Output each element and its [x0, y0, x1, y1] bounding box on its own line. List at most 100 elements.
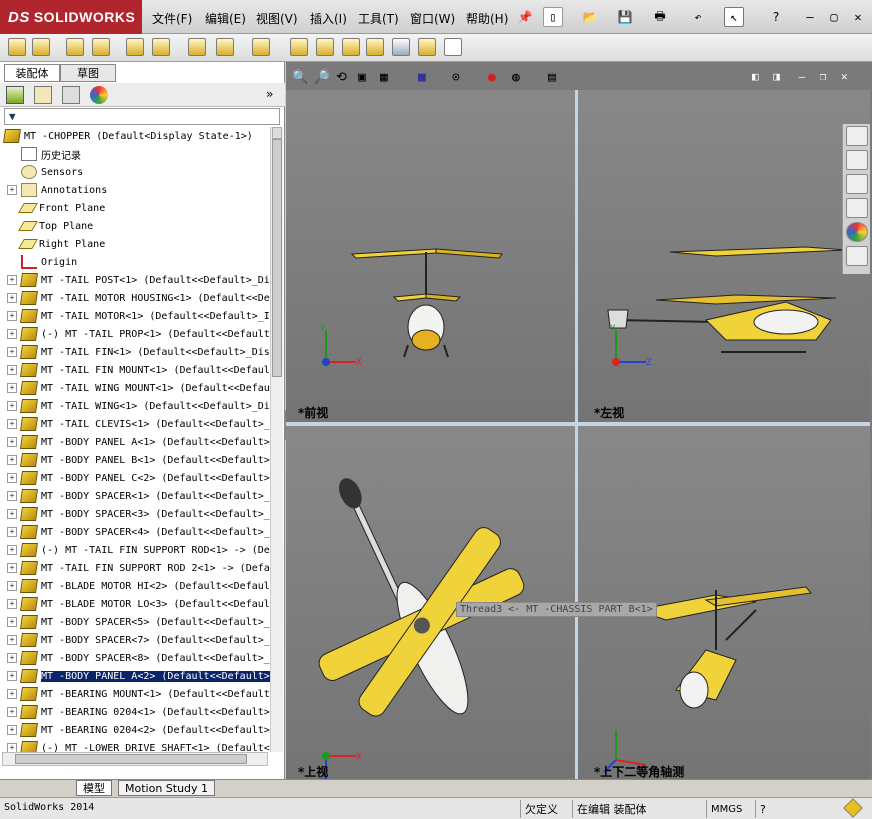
expand-toggle-icon[interactable]: +	[7, 725, 17, 735]
menu-window[interactable]: 窗口(W)	[410, 10, 455, 27]
expand-toggle-icon[interactable]: +	[7, 689, 17, 699]
hide-show-icon[interactable]	[418, 38, 436, 56]
options-icon[interactable]	[444, 38, 462, 56]
print-icon[interactable]: 🖶	[650, 7, 670, 27]
menu-insert[interactable]: 插入(I)	[310, 10, 347, 27]
settings-icon[interactable]	[290, 38, 308, 56]
custom-properties-icon[interactable]	[846, 246, 868, 266]
tree-item[interactable]: + MT -BODY PANEL A<2> (Default<<Default>	[0, 667, 275, 685]
appearances-icon[interactable]	[846, 222, 868, 242]
tree-item[interactable]: + MT -BEARING MOUNT<1> (Default<<Default>	[0, 685, 275, 703]
instant3d-icon[interactable]	[342, 38, 360, 56]
expand-toggle-icon[interactable]: +	[7, 419, 17, 429]
tree-item[interactable]: + MT -BODY SPACER<4> (Default<<Default>_	[0, 523, 275, 541]
menu-view[interactable]: 视图(V)	[256, 10, 298, 27]
open-icon[interactable]: 📂	[580, 7, 600, 27]
menu-file[interactable]: 文件(F)	[152, 10, 192, 27]
expand-toggle-icon[interactable]: +	[7, 491, 17, 501]
tree-item[interactable]: + MT -BODY PANEL B<1> (Default<<Default>	[0, 451, 275, 469]
help-icon[interactable]: ?	[766, 7, 786, 27]
hide-show-items-icon[interactable]: ⊙	[452, 70, 460, 85]
tree-item[interactable]: + MT -BODY SPACER<7> (Default<<Default>_	[0, 631, 275, 649]
edit-component-icon[interactable]	[392, 38, 410, 56]
viewport-close-icon[interactable]: ✕	[841, 70, 848, 83]
expand-toggle-icon[interactable]: +	[7, 293, 17, 303]
tree-item[interactable]: + MT -BODY PANEL A<1> (Default<<Default>	[0, 433, 275, 451]
mate-icon[interactable]	[66, 38, 84, 56]
tree-item[interactable]: + MT -TAIL POST<1> (Default<<Default>_Di	[0, 271, 275, 289]
save-icon[interactable]: 💾	[615, 7, 635, 27]
expand-toggle-icon[interactable]: +	[7, 275, 17, 285]
expand-toggle-icon[interactable]: +	[7, 455, 17, 465]
menu-tools[interactable]: 工具(T)	[358, 10, 399, 27]
select-icon[interactable]: ↖	[724, 7, 744, 27]
tree-item[interactable]: + MT -TAIL FIN<1> (Default<<Default>_Dis	[0, 343, 275, 361]
tree-item[interactable]: + MT -BODY SPACER<3> (Default<<Default>_	[0, 505, 275, 523]
previous-view-icon[interactable]: ⟲	[336, 70, 347, 85]
view-orientation-icon[interactable]: ▦	[380, 70, 388, 85]
tab-assembly[interactable]: 装配体	[4, 64, 60, 82]
viewport-restore-icon[interactable]: ❐	[820, 70, 827, 83]
tree-item[interactable]: + (-) MT -TAIL PROP<1> (Default<<Default	[0, 325, 275, 343]
view-palette-icon[interactable]	[846, 198, 868, 218]
expand-toggle-icon[interactable]: +	[7, 365, 17, 375]
assembly-icon[interactable]	[8, 38, 26, 56]
expand-toggle-icon[interactable]: +	[7, 401, 17, 411]
viewport-minimize-icon[interactable]: —	[799, 70, 806, 83]
expand-toggle-icon[interactable]: +	[7, 671, 17, 681]
expand-toggle-icon[interactable]: +	[7, 437, 17, 447]
pattern-icon[interactable]	[92, 38, 110, 56]
tile-right-icon[interactable]: ◨	[773, 70, 780, 83]
move-component-icon[interactable]	[126, 38, 144, 56]
edit-appearance-icon[interactable]: ●	[488, 70, 496, 85]
scroll-thumb[interactable]	[272, 139, 282, 377]
expand-toggle-icon[interactable]: +	[7, 347, 17, 357]
undo-icon[interactable]: ↶	[688, 7, 708, 27]
close-icon[interactable]: ✕	[848, 7, 868, 27]
tree-item[interactable]: + MT -BODY SPACER<8> (Default<<Default>_	[0, 649, 275, 667]
appearance-icon[interactable]	[90, 86, 108, 104]
tree-item[interactable]: Origin	[0, 253, 275, 271]
tree-hscrollbar[interactable]	[2, 752, 268, 766]
scene-icon[interactable]: ◍	[512, 70, 520, 85]
reference-geometry-icon[interactable]	[216, 38, 234, 56]
tree-item[interactable]: + MT -TAIL CLEVIS<1> (Default<<Default>_	[0, 415, 275, 433]
insert-component-icon[interactable]	[32, 38, 50, 56]
tree-item[interactable]: Front Plane	[0, 199, 275, 217]
graphics-area[interactable]: 🔍 🔎 ⟲ ▣ ▦ ■ ⊙ ● ◍ ▤ ◧ ◨ — ❐ ✕ Y X Y Z X …	[286, 62, 872, 788]
expand-toggle-icon[interactable]: +	[7, 707, 17, 717]
menu-help[interactable]: 帮助(H)	[466, 10, 508, 27]
rotate-component-icon[interactable]	[152, 38, 170, 56]
file-explorer-icon[interactable]	[846, 174, 868, 194]
expand-toggle-icon[interactable]: +	[7, 581, 17, 591]
tree-item[interactable]: + MT -TAIL WING MOUNT<1> (Default<<Defau	[0, 379, 275, 397]
hscroll-thumb[interactable]	[15, 754, 247, 764]
new-document-icon[interactable]: ▯	[543, 7, 563, 27]
zoom-fit-icon[interactable]: 🔍	[292, 70, 308, 85]
expand-toggle-icon[interactable]: +	[7, 311, 17, 321]
tab-sketch[interactable]: 草图	[60, 64, 116, 82]
filter-field[interactable]: ▼	[4, 108, 280, 125]
tree-item[interactable]: Right Plane	[0, 235, 275, 253]
interference-icon[interactable]	[252, 38, 270, 56]
expand-panel-icon[interactable]: »	[266, 87, 273, 101]
tree-item[interactable]: + MT -BODY SPACER<1> (Default<<Default>_	[0, 487, 275, 505]
smart-fastener-icon[interactable]	[188, 38, 206, 56]
tree-item[interactable]: + MT -TAIL MOTOR HOUSING<1> (Default<<De	[0, 289, 275, 307]
tree-item[interactable]: + Annotations	[0, 181, 275, 199]
expand-toggle-icon[interactable]: +	[7, 185, 17, 195]
tree-item[interactable]: + MT -BLADE MOTOR LO<3> (Default<<Defaul	[0, 595, 275, 613]
expand-toggle-icon[interactable]: +	[7, 617, 17, 627]
expand-toggle-icon[interactable]: +	[7, 527, 17, 537]
pin-icon[interactable]: 📌	[515, 7, 535, 27]
property-manager-icon[interactable]	[34, 86, 52, 104]
tile-left-icon[interactable]: ◧	[752, 70, 759, 83]
design-library-icon[interactable]	[846, 150, 868, 170]
tree-item[interactable]: + MT -TAIL WING<1> (Default<<Default>_Di	[0, 397, 275, 415]
tree-item[interactable]: + MT -BEARING 0204<1> (Default<<Default>	[0, 703, 275, 721]
configuration-manager-icon[interactable]	[62, 86, 80, 104]
expand-toggle-icon[interactable]: +	[7, 545, 17, 555]
home-icon[interactable]	[846, 126, 868, 146]
tree-item[interactable]: Sensors	[0, 163, 275, 181]
tree-item[interactable]: + MT -TAIL FIN MOUNT<1> (Default<<Defaul	[0, 361, 275, 379]
